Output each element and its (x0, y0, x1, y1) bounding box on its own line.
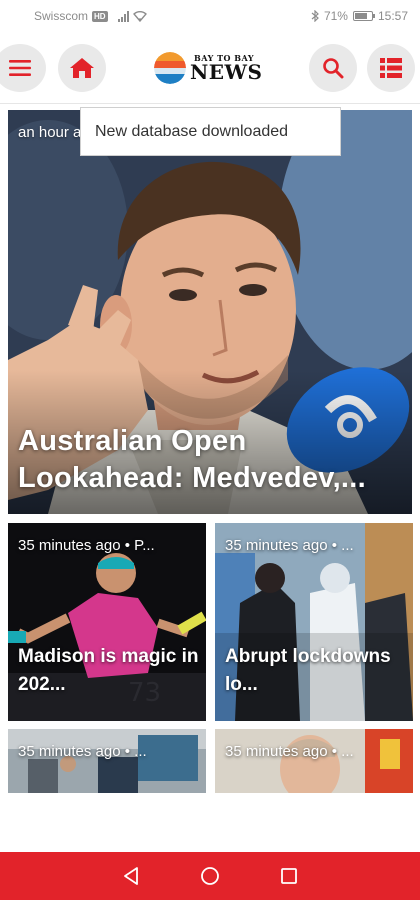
clock: 15:57 (377, 9, 408, 23)
signal-icon (117, 10, 129, 22)
back-icon (122, 866, 140, 886)
card-timestamp: 35 minutes ago • ... (225, 537, 354, 554)
home-icon (69, 57, 95, 79)
toast-message: New database downloaded (95, 122, 289, 140)
logo-text: BAY TO BAY NEWS (190, 54, 262, 82)
home-button[interactable] (58, 44, 106, 92)
carrier-name: Swisscom (34, 9, 89, 23)
menu-icon (9, 59, 31, 77)
battery-percent: 71% (323, 9, 348, 23)
battery-icon (352, 11, 375, 21)
card-headline: Abrupt lockdowns lo... (225, 646, 391, 695)
carrier-group: Swisscom HD (34, 9, 147, 23)
article-card[interactable]: 35 minutes ago • ... (8, 729, 206, 793)
search-button[interactable] (309, 44, 357, 92)
network-badge: HD (92, 10, 108, 22)
home-nav-button[interactable] (194, 860, 226, 892)
status-right: 71% 15:57 (311, 9, 408, 23)
bluetooth-icon (311, 10, 319, 22)
article-card[interactable]: 73 35 minutes ago • P... Madison is magi… (8, 523, 206, 721)
wifi-icon (132, 10, 147, 22)
list-view-button[interactable] (367, 44, 415, 92)
list-icon (380, 58, 402, 78)
home-circle-icon (200, 866, 220, 886)
back-button[interactable] (115, 860, 147, 892)
article-card[interactable]: 35 minutes ago • ... Abrupt lockdowns lo… (215, 523, 413, 721)
recents-button[interactable] (273, 860, 305, 892)
hero-headline[interactable]: Australian Open Lookahead: Medvedev,... (18, 423, 410, 497)
logo-big-text: NEWS (190, 60, 263, 84)
article-image (8, 729, 206, 793)
menu-button[interactable] (0, 44, 46, 92)
app-logo[interactable]: BAY TO BAY NEWS (154, 52, 262, 84)
app-header: BAY TO BAY NEWS (0, 32, 420, 104)
recents-icon (280, 867, 298, 885)
download-toast: New database downloaded (80, 107, 341, 156)
logo-sunset-icon (154, 52, 186, 84)
card-timestamp: 35 minutes ago • ... (225, 743, 354, 760)
system-nav-bar (0, 852, 420, 900)
card-headline: Madison is magic in 202... (18, 646, 199, 695)
search-icon (322, 57, 344, 79)
article-image (215, 729, 413, 793)
card-timestamp: 35 minutes ago • P... (18, 537, 155, 554)
card-timestamp: 35 minutes ago • ... (18, 743, 147, 760)
status-bar: Swisscom HD 71% 15:57 (0, 0, 420, 32)
article-card[interactable]: 35 minutes ago • ... (215, 729, 413, 793)
